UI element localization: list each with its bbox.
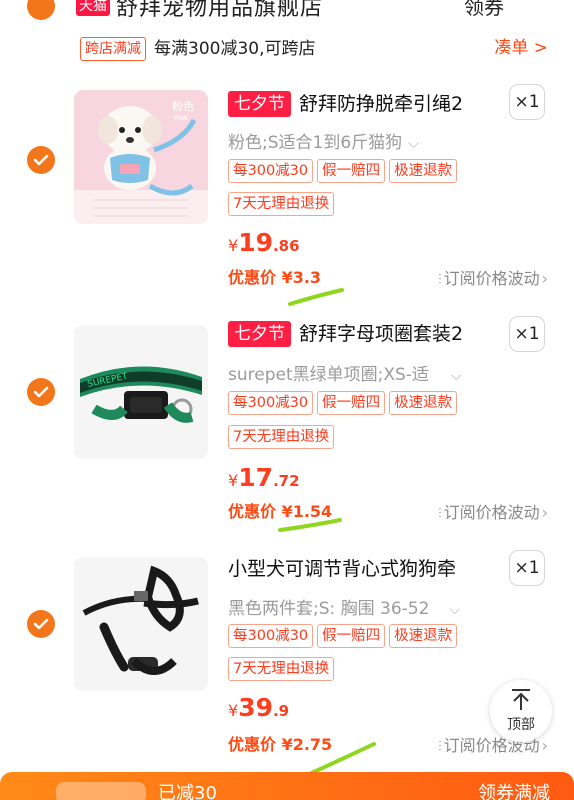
chevron-right-icon: › [541, 736, 548, 755]
subscribe-label: 订阅价格波动 [443, 503, 540, 522]
image-color-sublabel: PINK [174, 115, 189, 122]
chevron-right-icon: › [541, 503, 548, 522]
add-on-link[interactable]: 凑单 > [494, 36, 548, 60]
item-tag-return: 7天无理由退换 [228, 657, 338, 681]
price-integer: 19 [238, 228, 273, 257]
check-icon [33, 618, 49, 630]
arrow-up-icon [512, 689, 530, 710]
quantity-button[interactable]: ×1 [509, 84, 545, 120]
tag-refund: 极速退款 [389, 159, 458, 183]
item-title-line[interactable]: 七夕节 舒拜字母项圈套装2 [228, 321, 463, 351]
store-header: 天猫 舒拜宠物用品旗舰店 领券 [0, 0, 574, 22]
price-trend-icon: ⫶ [438, 739, 442, 755]
item-price: ¥19.86 [228, 228, 300, 257]
check-icon [33, 386, 49, 398]
tag-refund: 极速退款 [389, 624, 458, 648]
price-integer: 17 [238, 463, 273, 492]
tag-refund: 极速退款 [389, 391, 458, 415]
subscribe-label: 订阅价格波动 [443, 269, 540, 288]
checkout-bar-box[interactable] [56, 782, 146, 800]
store-select-checkbox[interactable] [27, 0, 55, 20]
tag-discount: 每300减30 [228, 159, 314, 183]
price-currency: ¥ [228, 236, 239, 255]
subscribe-price-link[interactable]: ⫶ 订阅价格波动 › [438, 499, 548, 523]
subscribe-price-link[interactable]: ⫶ 订阅价格波动 › [438, 265, 548, 289]
promo-tag: 跨店满减 [80, 37, 146, 61]
quantity-button[interactable]: ×1 [509, 316, 545, 352]
tmall-badge: 天猫 [76, 0, 110, 16]
item-spec-text: 粉色;S适合1到6斤猫狗 [228, 133, 403, 153]
price-decimal: .72 [272, 472, 300, 490]
item-tag-return: 7天无理由退换 [228, 192, 338, 216]
checkout-bar: 已减30 领券满减 [0, 772, 574, 800]
tag-discount: 每300减30 [228, 624, 314, 648]
deal-price: 优惠价 ¥3.3 [228, 268, 322, 287]
coupon-link[interactable]: 领券 [464, 0, 504, 20]
promo-row: 跨店满减 每满300减30,可跨店 凑单 > [80, 36, 550, 62]
price-decimal: .9 [272, 702, 290, 720]
price-currency: ¥ [228, 701, 239, 720]
item-tags: 每300减30 假一赔四 极速退款 [228, 624, 461, 650]
festival-badge: 七夕节 [228, 91, 291, 117]
product-image[interactable] [74, 557, 208, 691]
tag-discount: 每300减30 [228, 391, 314, 415]
item-tag-return: 7天无理由退换 [228, 425, 338, 449]
quantity-button[interactable]: ×1 [509, 550, 545, 586]
promo-text: 每满300减30,可跨店 [154, 39, 316, 59]
back-to-top-label: 顶部 [507, 717, 535, 733]
checkout-discount-text: 已减30 [158, 783, 217, 800]
product-image[interactable]: 粉色 PINK [74, 90, 208, 224]
tag-guarantee: 假一赔四 [317, 391, 386, 415]
cart-item: 粉色 PINK 七夕节 舒拜防挣脱牵引绳2 ×1 粉色;S适合1到6斤猫狗 ⌵ 每3… [0, 84, 574, 306]
item-spec-text: surepet黑绿单项圈;XS-适 [228, 365, 429, 385]
cart-item: SUREPET 七夕节 舒拜字母项圈套装2 ×1 surepet黑绿单项圈;XS-… [0, 316, 574, 532]
tag-guarantee: 假一赔四 [317, 624, 386, 648]
price-integer: 39 [238, 693, 273, 722]
harness-photo [74, 557, 208, 691]
item-title[interactable]: 舒拜防挣脱牵引绳2 [299, 91, 463, 117]
product-image[interactable]: SUREPET [74, 325, 208, 459]
price-trend-icon: ⫶ [438, 272, 442, 288]
chevron-down-icon: ⌵ [408, 136, 419, 152]
item-title[interactable]: 舒拜字母项圈套装2 [299, 321, 463, 347]
item-select-checkbox[interactable] [27, 610, 55, 638]
item-spec-selector[interactable]: surepet黑绿单项圈;XS-适 ⌵ [228, 360, 462, 385]
chevron-down-icon: ⌵ [449, 602, 461, 618]
item-spec-selector[interactable]: 粉色;S适合1到6斤猫狗 ⌵ [228, 128, 419, 153]
collar-photo: SUREPET [74, 325, 208, 459]
check-icon [33, 154, 49, 166]
checkout-coupon-button[interactable]: 领券满减 [478, 779, 550, 800]
item-price: ¥17.72 [228, 463, 300, 492]
store-name[interactable]: 舒拜宠物用品旗舰店 [116, 0, 323, 22]
tag-guarantee: 假一赔四 [317, 159, 386, 183]
item-spec-selector[interactable]: 黑色两件套;S: 胸围 36-52 ⌵ [228, 594, 460, 619]
item-tags: 每300减30 假一赔四 极速退款 [228, 391, 461, 417]
chevron-down-icon: ⌵ [450, 368, 462, 384]
deal-price: 优惠价 ¥2.75 [228, 735, 333, 754]
item-select-checkbox[interactable] [27, 378, 55, 406]
item-title[interactable]: 小型犬可调节背心式狗狗牵 [228, 556, 456, 582]
item-spec-text: 黑色两件套;S: 胸围 36-52 [228, 599, 430, 619]
tag-return: 7天无理由退换 [228, 192, 335, 216]
green-highlight-mark [288, 288, 344, 306]
festival-badge: 七夕节 [228, 321, 291, 347]
tag-return: 7天无理由退换 [228, 657, 335, 681]
item-title-line[interactable]: 七夕节 舒拜防挣脱牵引绳2 [228, 91, 463, 121]
image-color-label: 粉色 [172, 99, 194, 113]
price-currency: ¥ [228, 471, 239, 490]
price-trend-icon: ⫶ [438, 506, 442, 522]
back-to-top-button[interactable]: 顶部 [490, 680, 552, 742]
price-decimal: .86 [272, 237, 300, 255]
item-select-checkbox[interactable] [27, 146, 55, 174]
item-title-line[interactable]: 小型犬可调节背心式狗狗牵 [228, 556, 456, 586]
dog-harness-photo: 粉色 PINK [74, 90, 208, 224]
item-price: ¥39.9 [228, 693, 289, 722]
chevron-right-icon: › [541, 269, 548, 288]
cart-item: 小型犬可调节背心式狗狗牵 ×1 黑色两件套;S: 胸围 36-52 ⌵ 每300减… [0, 550, 574, 782]
tag-return: 7天无理由退换 [228, 425, 335, 449]
deal-price: 优惠价 ¥1.54 [228, 502, 333, 521]
item-tags: 每300减30 假一赔四 极速退款 [228, 159, 461, 185]
